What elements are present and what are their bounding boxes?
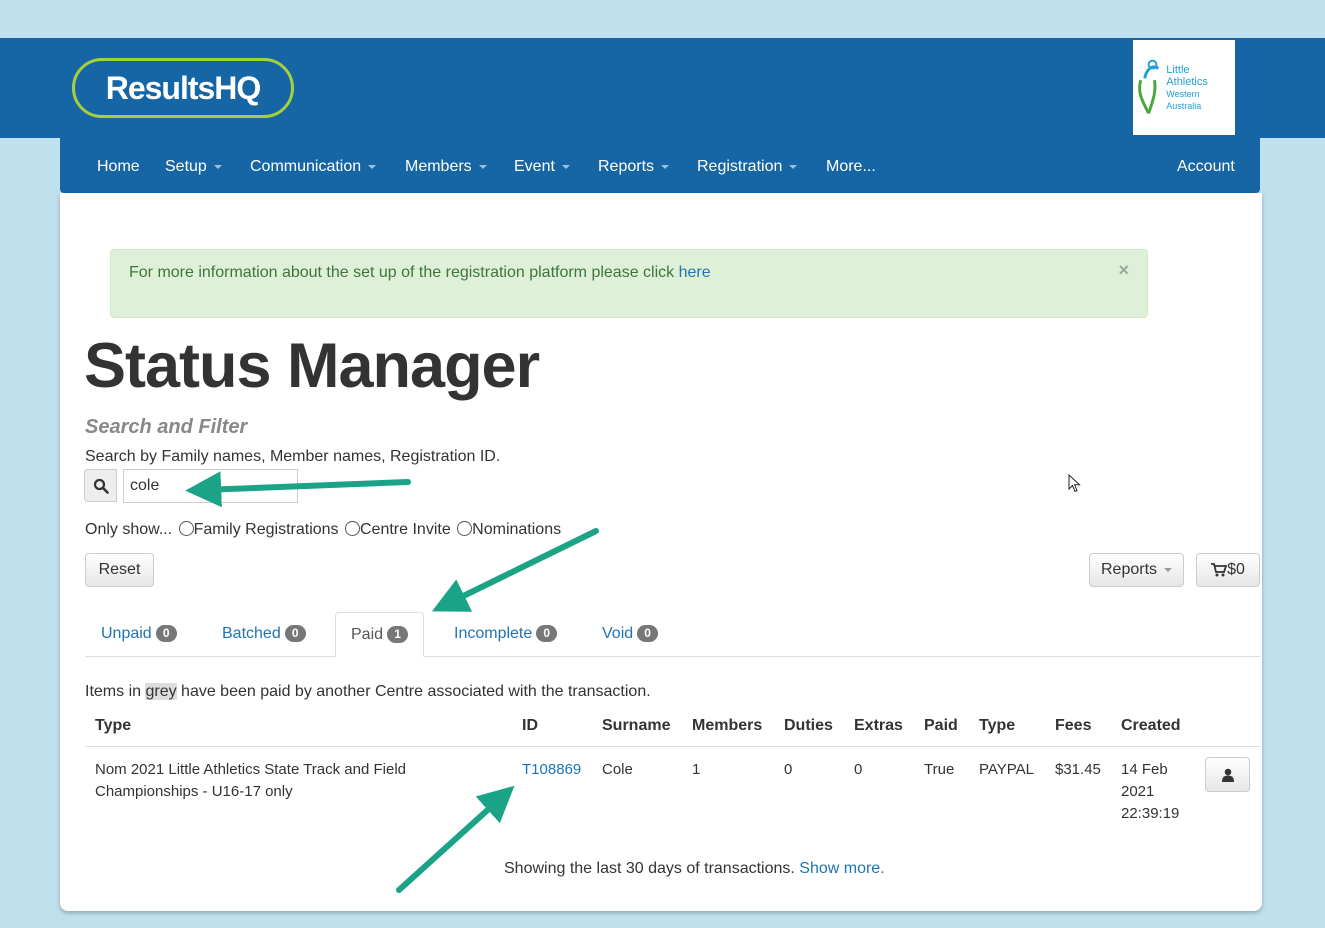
close-icon[interactable]: × bbox=[1118, 260, 1129, 281]
search-label: Search by Family names, Member names, Re… bbox=[85, 448, 501, 465]
nav-members[interactable]: Members bbox=[405, 138, 487, 193]
partner-logo-text: Little Athletics Western Australia bbox=[1166, 63, 1208, 111]
paid-note: Items in grey have been paid by another … bbox=[85, 683, 651, 700]
count-badge: 0 bbox=[637, 625, 659, 643]
cell-fees: $31.45 bbox=[1055, 761, 1101, 778]
transaction-id-link[interactable]: T108869 bbox=[522, 761, 581, 778]
cell-created: 14 Feb 2021 22:39:19 bbox=[1121, 761, 1180, 822]
cart-button[interactable]: $0 bbox=[1196, 553, 1260, 587]
col-header-surname: Surname bbox=[602, 717, 671, 734]
radio-family-registrations[interactable] bbox=[178, 521, 194, 536]
little-athletics-logo: Little Athletics Western Australia bbox=[1133, 40, 1235, 135]
col-header-fees: Fees bbox=[1055, 717, 1092, 734]
tab-unpaid[interactable]: Unpaid 0 bbox=[101, 612, 177, 656]
filter-options: Only show... Family Registrations Centre… bbox=[85, 521, 561, 539]
col-header-type: Type bbox=[95, 717, 132, 734]
cell-duties: 0 bbox=[784, 761, 793, 778]
chevron-down-icon bbox=[661, 164, 670, 169]
info-alert: For more information about the set up of… bbox=[110, 249, 1148, 318]
col-header-payment-type: Type bbox=[979, 717, 1016, 734]
tab-incomplete[interactable]: Incomplete 0 bbox=[454, 612, 558, 656]
show-more-link[interactable]: Show more. bbox=[799, 860, 884, 877]
reports-button[interactable]: Reports bbox=[1089, 553, 1184, 587]
search-filter-heading: Search and Filter bbox=[85, 416, 248, 438]
view-member-button[interactable] bbox=[1205, 757, 1250, 792]
col-header-duties: Duties bbox=[784, 717, 833, 734]
athlete-figure-icon bbox=[1138, 59, 1160, 114]
cell-members: 1 bbox=[692, 761, 701, 778]
radio-label-nominations: Nominations bbox=[472, 521, 562, 538]
cart-icon bbox=[1211, 563, 1228, 577]
user-icon bbox=[1221, 768, 1234, 782]
count-badge: 0 bbox=[536, 625, 558, 643]
cell-type: Nom 2021 Little Athletics State Track an… bbox=[95, 761, 406, 800]
transactions-footer: Showing the last 30 days of transactions… bbox=[504, 860, 885, 877]
table-header-divider bbox=[85, 746, 1260, 747]
alert-message: For more information about the set up of… bbox=[129, 264, 711, 281]
filter-prefix: Only show... bbox=[85, 521, 173, 538]
nav-communication[interactable]: Communication bbox=[250, 138, 377, 193]
count-badge: 1 bbox=[387, 626, 409, 644]
search-icon bbox=[93, 478, 109, 494]
mouse-cursor-icon bbox=[1068, 474, 1081, 493]
col-header-extras: Extras bbox=[854, 717, 903, 734]
radio-nominations[interactable] bbox=[457, 521, 473, 536]
tab-paid[interactable]: Paid 1 bbox=[335, 612, 425, 657]
cell-paid: True bbox=[924, 761, 955, 778]
page-title: Status Manager bbox=[84, 331, 540, 401]
nav-home[interactable]: Home bbox=[97, 138, 140, 193]
count-badge: 0 bbox=[155, 625, 177, 643]
main-navbar: Home Setup Communication Members Event R… bbox=[60, 138, 1260, 193]
cell-extras: 0 bbox=[854, 761, 863, 778]
chevron-down-icon bbox=[213, 164, 222, 169]
col-header-members: Members bbox=[692, 717, 763, 734]
nav-more[interactable]: More... bbox=[826, 138, 876, 193]
cell-payment-type: PAYPAL bbox=[979, 761, 1035, 778]
nav-account[interactable]: Account bbox=[1177, 138, 1235, 193]
radio-centre-invite[interactable] bbox=[345, 521, 360, 536]
radio-label-family: Family Registrations bbox=[193, 521, 339, 538]
tab-void[interactable]: Void 0 bbox=[602, 612, 659, 656]
chevron-down-icon bbox=[368, 164, 377, 169]
reset-button[interactable]: Reset bbox=[85, 553, 154, 587]
nav-registration[interactable]: Registration bbox=[697, 138, 798, 193]
nav-event[interactable]: Event bbox=[514, 138, 570, 193]
chevron-down-icon bbox=[561, 164, 570, 169]
tabs-divider bbox=[85, 656, 1260, 657]
resultshq-logo[interactable]: ResultsHQ bbox=[72, 58, 294, 118]
search-button[interactable] bbox=[84, 469, 117, 502]
nav-reports[interactable]: Reports bbox=[598, 138, 670, 193]
search-input[interactable] bbox=[123, 469, 298, 503]
radio-label-centre: Centre Invite bbox=[360, 521, 451, 538]
nav-setup[interactable]: Setup bbox=[165, 138, 222, 193]
chevron-down-icon bbox=[1164, 568, 1173, 572]
chevron-down-icon bbox=[789, 164, 798, 169]
col-header-created: Created bbox=[1121, 717, 1181, 734]
alert-link[interactable]: here bbox=[679, 264, 711, 281]
col-header-id: ID bbox=[522, 717, 538, 734]
cell-surname: Cole bbox=[602, 761, 633, 778]
site-header: ResultsHQ Little Athletics Western Austr… bbox=[0, 38, 1325, 138]
cell-id: T108869 bbox=[522, 759, 581, 781]
col-header-paid: Paid bbox=[924, 717, 958, 734]
count-badge: 0 bbox=[284, 625, 306, 643]
chevron-down-icon bbox=[478, 164, 487, 169]
tab-batched[interactable]: Batched 0 bbox=[222, 612, 306, 656]
